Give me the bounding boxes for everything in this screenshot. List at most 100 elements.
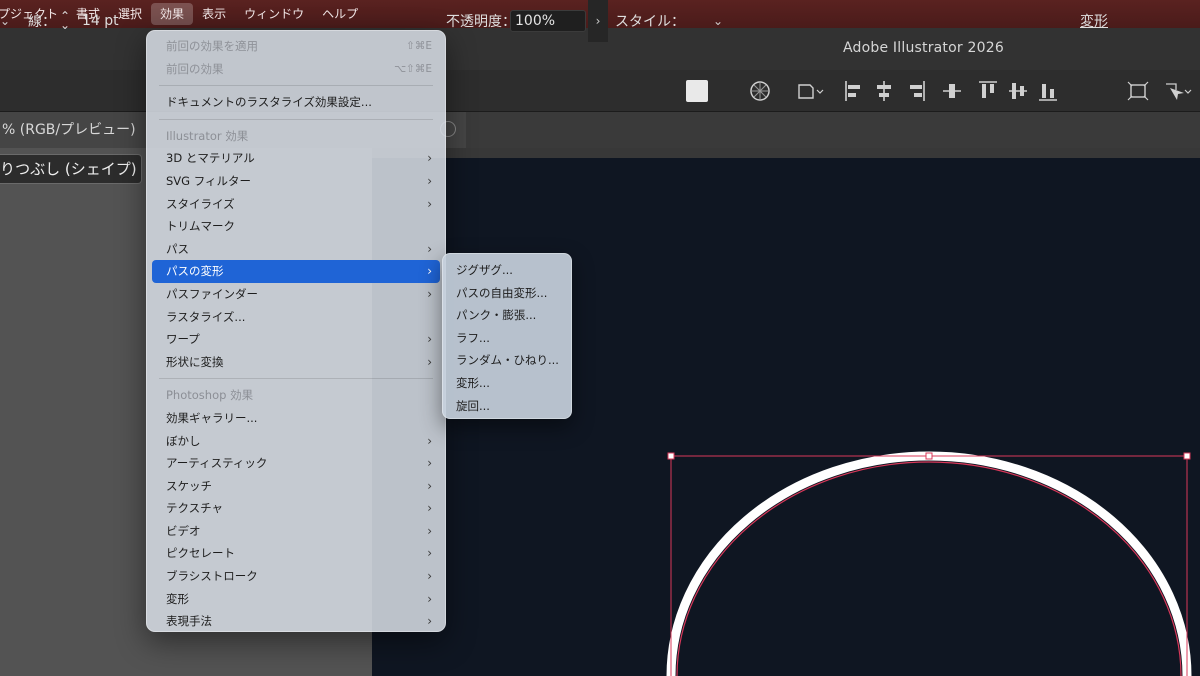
- submenu-item[interactable]: 変形...: [443, 372, 571, 395]
- menu-item-label: ぼかし: [166, 433, 201, 448]
- menu-item[interactable]: 3D とマテリアル ›: [152, 147, 440, 170]
- align-top-icon[interactable]: [976, 78, 1000, 104]
- chevron-right-icon: ›: [427, 241, 432, 256]
- menu-window[interactable]: ウィンドウ: [235, 3, 313, 25]
- menu-item-label: ワープ: [166, 332, 200, 347]
- submenu-item[interactable]: ジグザグ...: [443, 259, 571, 282]
- menu-item[interactable]: パスファインダー ›: [152, 283, 440, 306]
- align-center-icon[interactable]: [872, 78, 896, 104]
- menu-separator: [159, 378, 433, 380]
- menu-item-label: トリムマーク: [166, 219, 235, 234]
- submenu-item[interactable]: ラフ...: [443, 327, 571, 350]
- distribute-icon[interactable]: [940, 78, 964, 104]
- menu-item-label: 前回の効果: [166, 61, 224, 76]
- menu-item[interactable]: パス ›: [152, 238, 440, 261]
- menu-item[interactable]: 効果ギャラリー...: [152, 407, 440, 430]
- menu-item-label: 効果ギャラリー...: [166, 410, 258, 425]
- menu-item-label: 形状に変換: [166, 354, 224, 369]
- chevron-down-icon[interactable]: ⌄: [713, 0, 723, 42]
- menu-raster-effect-settings[interactable]: ドキュメントのラスタライズ効果設定...: [152, 91, 440, 114]
- submenu-item[interactable]: パスの自由変形...: [443, 282, 571, 305]
- submenu-item[interactable]: ランダム・ひねり...: [443, 349, 571, 372]
- menu-item-label: パスの変形: [166, 264, 224, 279]
- menu-item-label: 表現手法: [166, 614, 212, 629]
- chevron-right-icon: ›: [427, 569, 432, 584]
- align-left-icon[interactable]: [842, 78, 866, 104]
- chevron-right-icon: ›: [427, 196, 432, 211]
- menu-item-label: スケッチ: [166, 478, 212, 493]
- opacity-input[interactable]: 100%: [510, 10, 586, 32]
- chevron-right-icon: ›: [427, 151, 432, 166]
- menu-item-label: パスファインダー: [166, 286, 258, 301]
- transform-link[interactable]: 変形: [1080, 0, 1108, 42]
- chevron-right-icon: ›: [427, 523, 432, 538]
- chevron-right-icon: ›: [427, 614, 432, 629]
- menu-separator: [159, 85, 433, 87]
- menu-item-label: ラスタライズ...: [166, 309, 246, 324]
- menu-item-label: 前回の効果を適用: [166, 39, 258, 53]
- menu-item[interactable]: ラスタライズ...: [152, 306, 440, 329]
- stroke-weight-value[interactable]: 14 pt: [82, 0, 119, 42]
- menu-apply-last-effect[interactable]: 前回の効果を適用 ⇧⌘E: [152, 35, 440, 58]
- menu-item[interactable]: スケッチ ›: [152, 475, 440, 498]
- menu-effect[interactable]: 効果: [151, 3, 194, 25]
- menu-item[interactable]: ぼかし ›: [152, 430, 440, 453]
- align-bottom-icon[interactable]: [1036, 78, 1060, 104]
- menu-section-photoshop: Photoshop 効果: [166, 388, 254, 403]
- select-similar-icon[interactable]: [1162, 78, 1192, 104]
- distort-transform-submenu: ジグザグ... パスの自由変形... パンク・膨張... ラフ... ランダム・ひねり.…: [442, 253, 572, 419]
- shape-transform-icon[interactable]: [796, 78, 826, 104]
- menu-separator: [159, 118, 433, 120]
- menu-item[interactable]: テクスチャ ›: [152, 497, 440, 520]
- menu-item[interactable]: スタイライズ ›: [152, 193, 440, 216]
- chevron-down-icon[interactable]: ⌄: [0, 0, 10, 42]
- chevron-right-icon: ›: [427, 173, 432, 188]
- chevron-right-icon: ›: [427, 433, 432, 448]
- stepper-icon[interactable]: ⌃ ⌄: [60, 0, 70, 42]
- menu-item[interactable]: 変形 ›: [152, 588, 440, 611]
- effect-menu: 前回の効果を適用 ⇧⌘E 前回の効果 ⌥⇧⌘E ドキュメントのラスタライズ効果設…: [146, 30, 446, 632]
- stroke-label: 線：: [28, 14, 56, 30]
- menu-item[interactable]: パスの変形 ›: [152, 260, 440, 283]
- menu-item[interactable]: ワープ ›: [152, 328, 440, 351]
- menu-item-label: アーティスティック: [166, 456, 268, 471]
- menu-item-label: パス: [166, 241, 189, 256]
- menu-item[interactable]: 形状に変換 ›: [152, 351, 440, 374]
- menu-last-effect[interactable]: 前回の効果 ⌥⇧⌘E: [152, 58, 440, 81]
- style-label: スタイル：: [615, 14, 685, 30]
- chevron-right-icon: ›: [427, 591, 432, 606]
- menu-item-label: テクスチャ: [166, 501, 224, 516]
- menu-item-label: 変形: [166, 591, 189, 606]
- menu-help[interactable]: ヘルプ: [313, 3, 367, 25]
- submenu-item[interactable]: 旋回...: [443, 395, 571, 418]
- shortcut-label: ⇧⌘E: [406, 40, 432, 52]
- chevron-right-icon: ›: [427, 501, 432, 516]
- menu-item-label: 3D とマテリアル: [166, 151, 255, 166]
- isolate-icon[interactable]: [1126, 78, 1150, 104]
- menu-item[interactable]: トリムマーク: [152, 215, 440, 238]
- menu-item[interactable]: アーティスティック ›: [152, 452, 440, 475]
- style-swatch[interactable]: [686, 80, 708, 102]
- menu-view[interactable]: 表示: [193, 3, 235, 25]
- menu-item[interactable]: ピクセレート ›: [152, 542, 440, 565]
- chevron-right-icon: ›: [427, 286, 432, 301]
- chevron-right-icon: ›: [427, 332, 432, 347]
- menu-item[interactable]: ビデオ ›: [152, 520, 440, 543]
- chevron-right-icon: ›: [427, 354, 432, 369]
- chevron-right-icon: ›: [427, 264, 432, 279]
- recolor-icon[interactable]: [748, 78, 772, 104]
- shortcut-label: ⌥⇧⌘E: [393, 62, 432, 75]
- chevron-right-icon[interactable]: ›: [588, 0, 608, 42]
- menu-item-label: ブラシストローク: [166, 569, 258, 584]
- menu-item[interactable]: SVG フィルター ›: [152, 170, 440, 193]
- align-middle-icon[interactable]: [1006, 78, 1030, 104]
- opacity-label: 不透明度：: [446, 14, 516, 30]
- menu-item[interactable]: ブラシストローク ›: [152, 565, 440, 588]
- live-shape-chip[interactable]: りつぶし (シェイプ): [0, 154, 142, 184]
- align-right-icon[interactable]: [904, 78, 928, 104]
- chevron-right-icon: ›: [427, 456, 432, 471]
- chevron-right-icon: ›: [427, 478, 432, 493]
- menu-item[interactable]: 表現手法 ›: [152, 610, 440, 633]
- chevron-right-icon: ›: [427, 546, 432, 561]
- submenu-item[interactable]: パンク・膨張...: [443, 304, 571, 327]
